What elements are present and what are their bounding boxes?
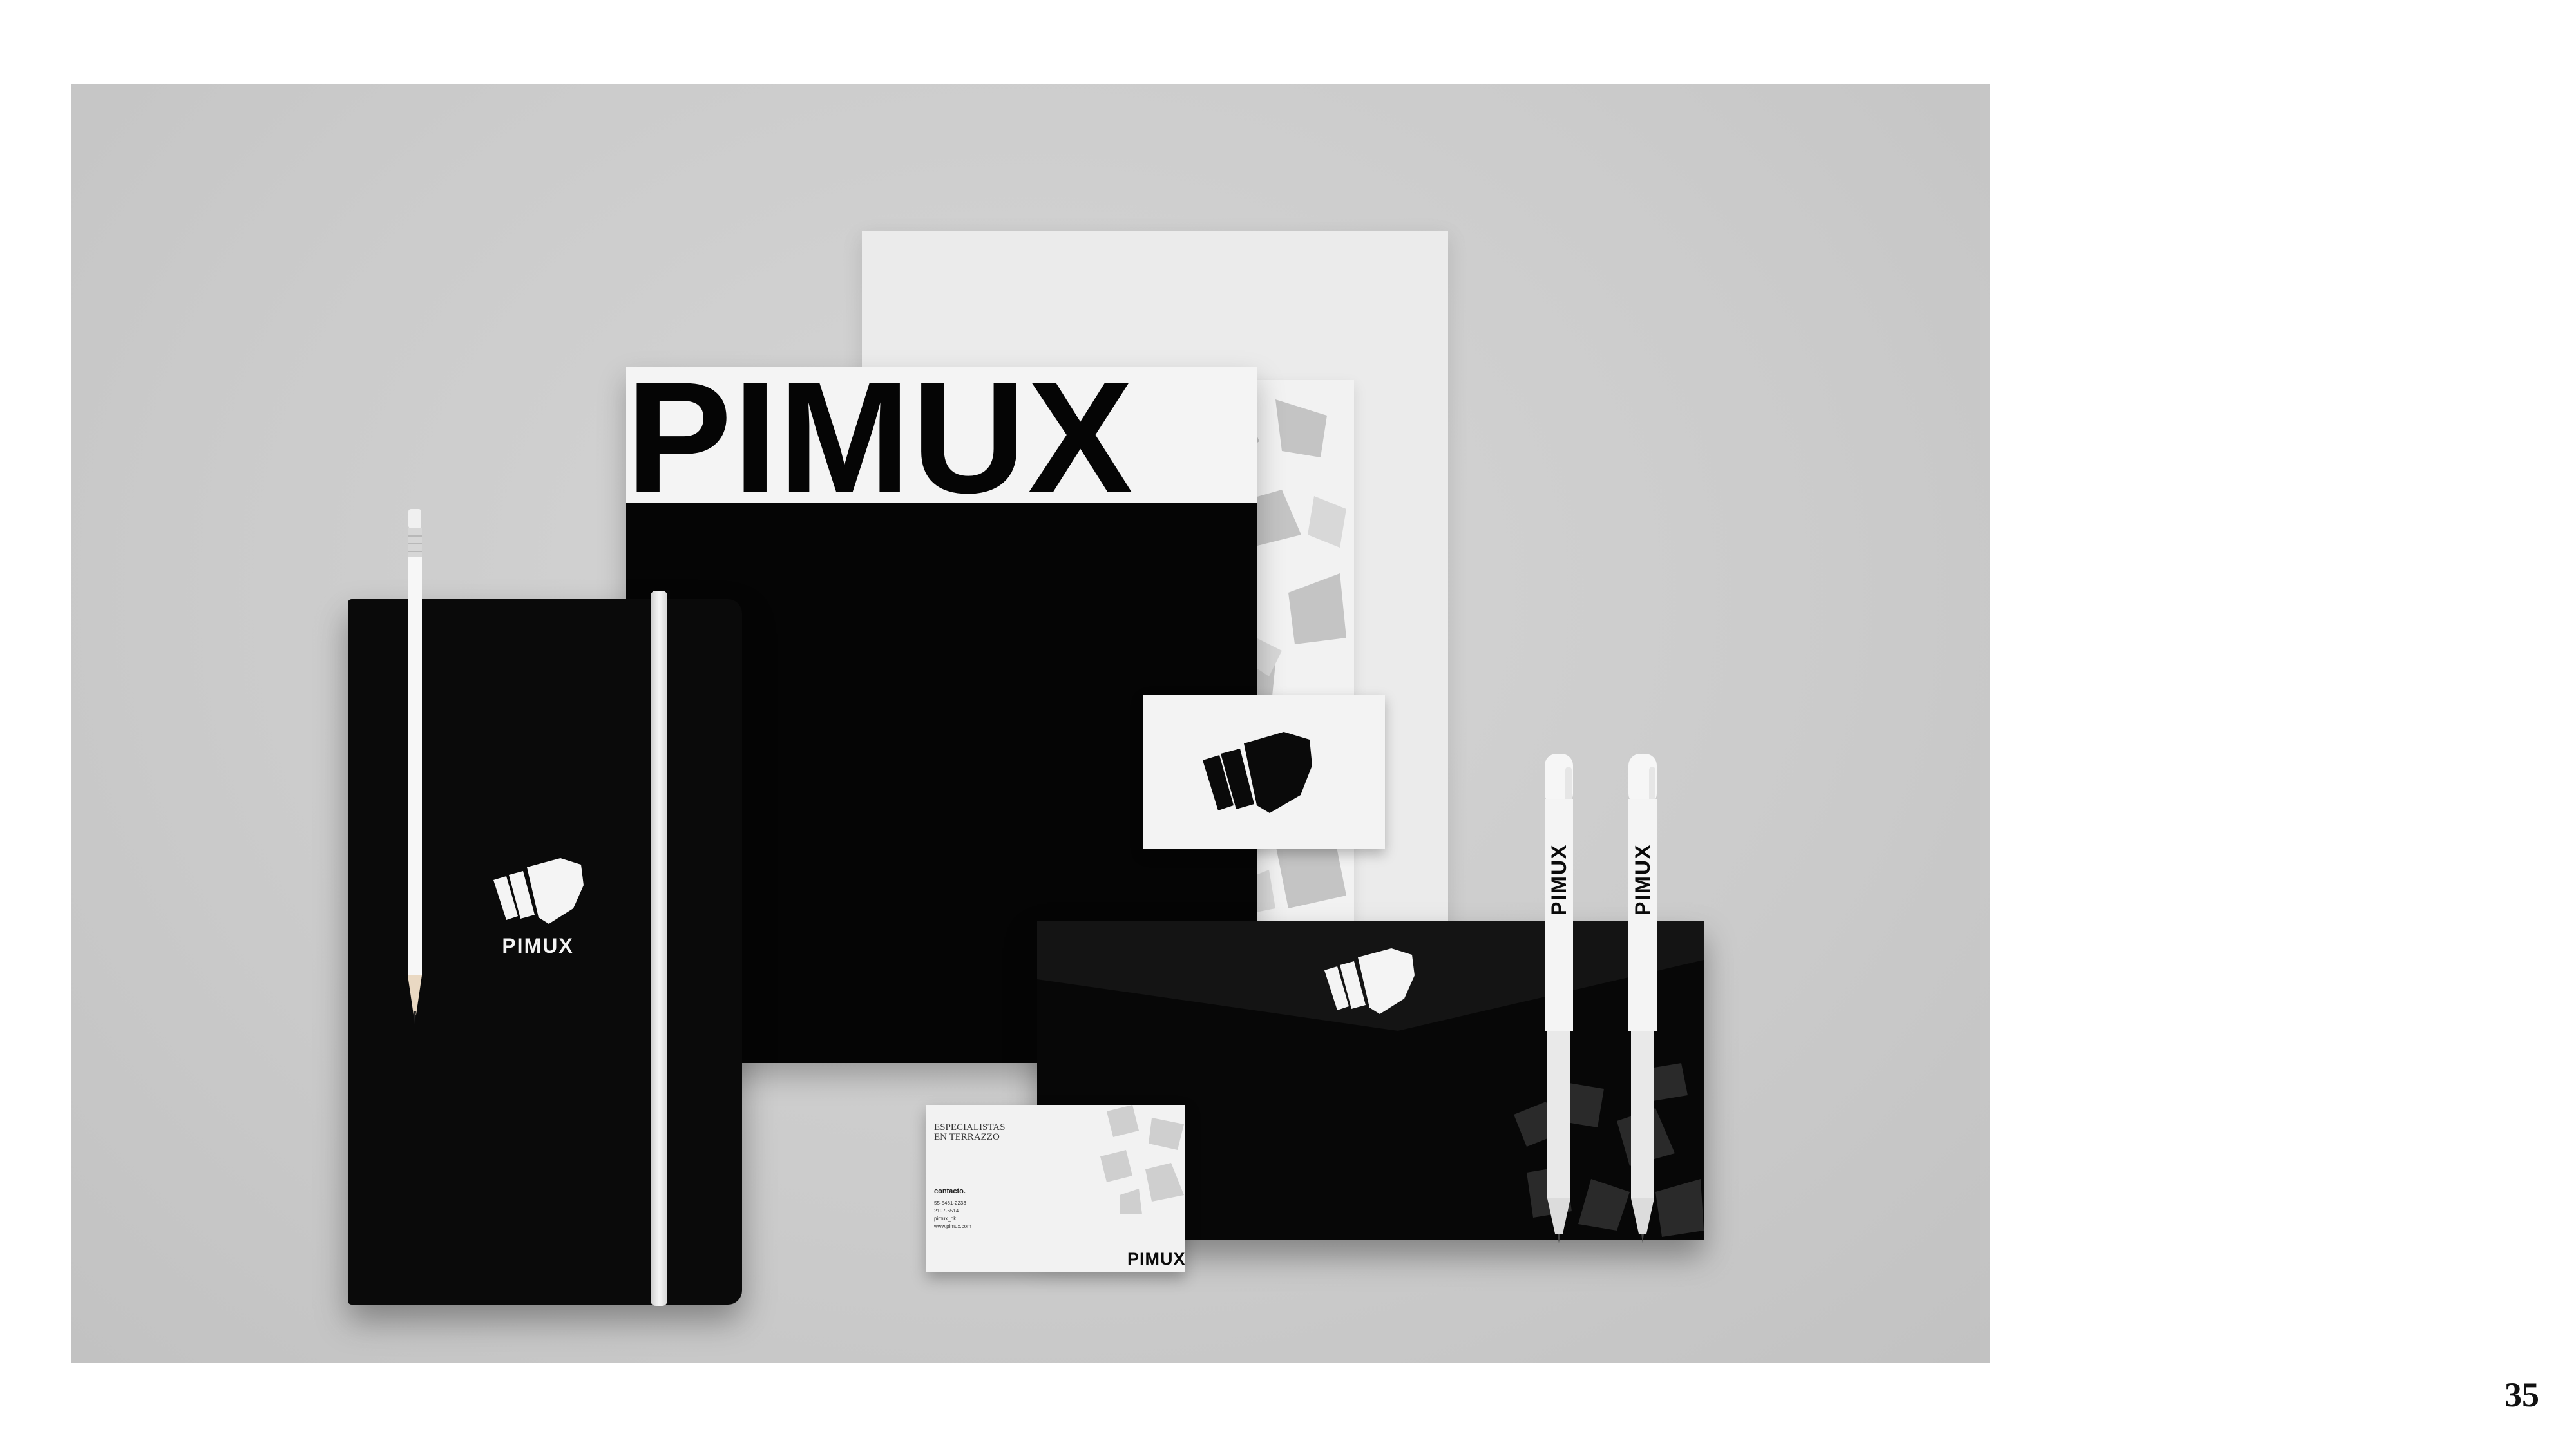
logo-card [1143,695,1385,849]
notebook-wordmark: PIMUX [502,934,574,957]
pimux-logo-icon [1203,732,1312,813]
folder-wordmark: PIMUX [626,374,1135,503]
elastic-band [651,591,667,1306]
terrazzo-pattern [1100,1105,1184,1214]
folder-header-band: PIMUX [626,367,1257,503]
business-card-wordmark: PIMUX [1127,1249,1185,1269]
pen: PIMUX [1540,754,1578,1243]
business-card-tagline: ESPECIALISTAS EN TERRAZZO [934,1122,1006,1142]
business-card-contact-line: 55-5461-2233 [934,1200,966,1206]
stationery-mockup-photo: PIMUX PIMUX PIMUX PIMUX ESPECIALISTAS EN… [71,84,1990,1363]
pen: PIMUX [1623,754,1662,1243]
pen-wordmark: PIMUX [1547,843,1570,915]
business-card-contact-line: 2197-6514 [934,1208,959,1214]
business-card-contact-line: www.pimux.com [934,1223,971,1229]
business-card-contact-title: contacto. [934,1187,966,1195]
business-card: ESPECIALISTAS EN TERRAZZO contacto. 55-5… [926,1105,1185,1272]
pencil [408,509,422,1024]
pimux-logo-icon [493,858,584,924]
page-number: 35 [2504,1375,2539,1414]
business-card-contact-line: pimux_ok [934,1216,957,1222]
pen-wordmark: PIMUX [1631,843,1654,915]
